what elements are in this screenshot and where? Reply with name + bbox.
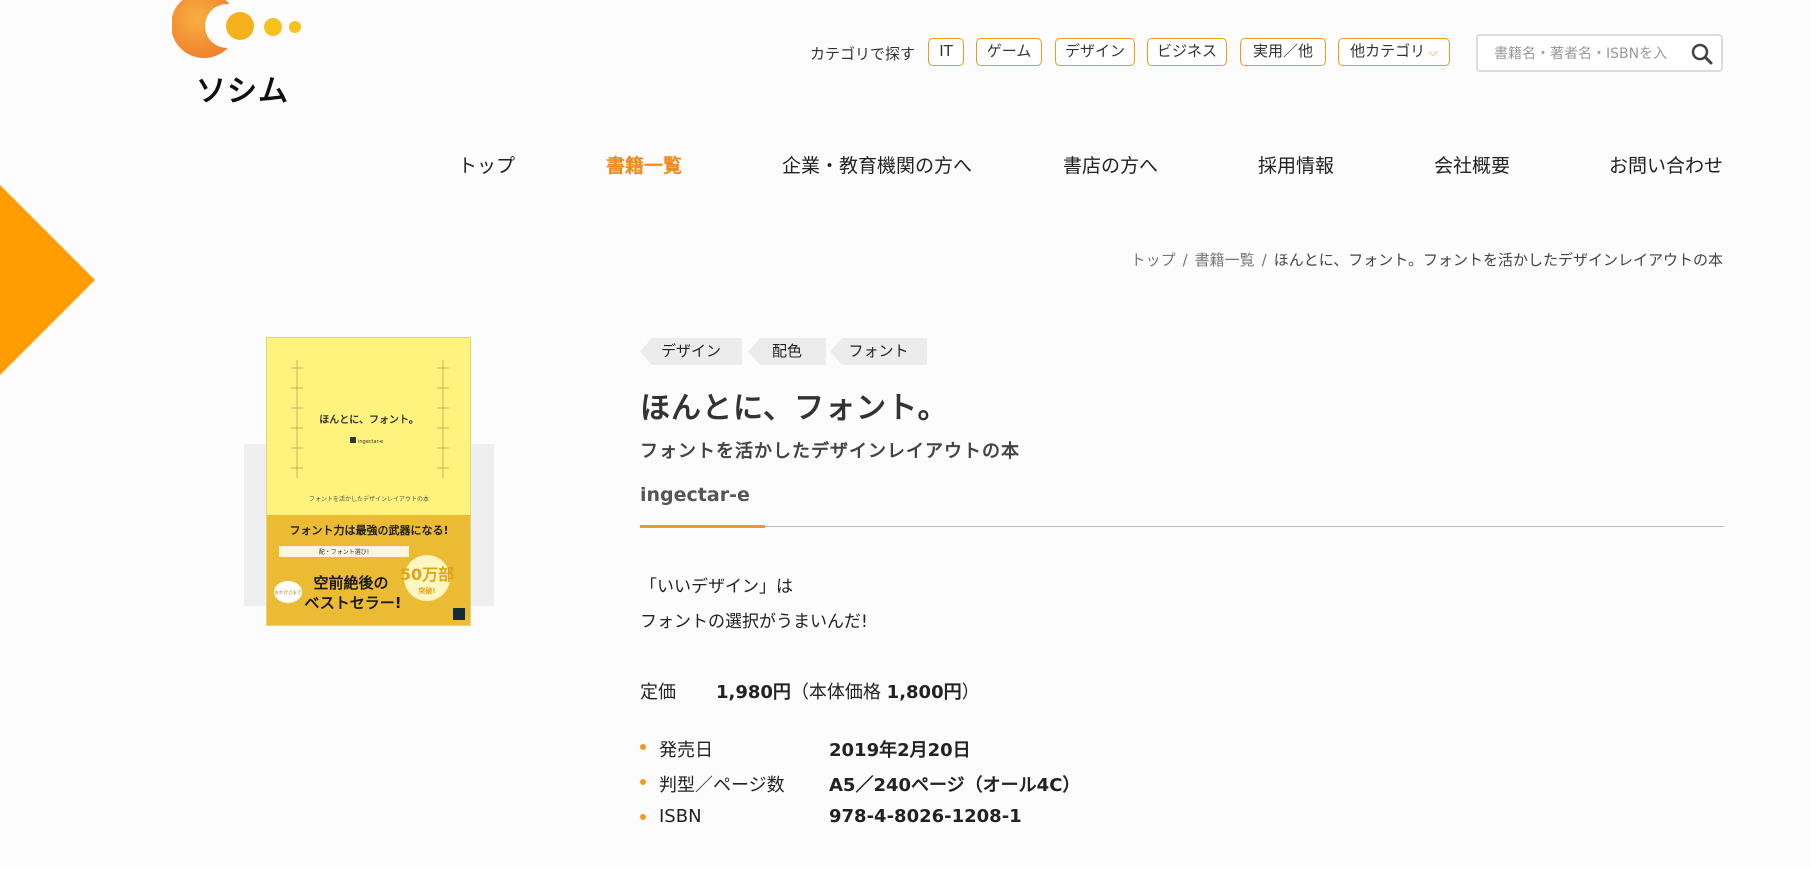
title-divider-accent: [640, 525, 765, 528]
nav-corporate[interactable]: 企業・教育機関の方へ: [782, 151, 972, 178]
nav-company[interactable]: 会社概要: [1434, 151, 1510, 178]
cover-row-text: 配・フォント選び!: [319, 548, 369, 556]
breadcrumb-separator: /: [1261, 251, 1267, 269]
breadcrumb-current: ほんとに、フォント。フォントを活かしたデザインレイアウトの本: [1273, 251, 1723, 269]
spec-value: A5／240ページ（オール4C）: [829, 775, 1081, 796]
bullet-icon: [640, 744, 646, 750]
book-author[interactable]: ingectar-e: [640, 484, 750, 506]
price-detail-suffix: ）: [961, 682, 980, 703]
tag-design[interactable]: デザイン: [640, 338, 742, 365]
nav-books[interactable]: 書籍一覧: [606, 151, 682, 178]
category-practical-button[interactable]: 実用／他: [1240, 38, 1326, 66]
breadcrumb-books[interactable]: 書籍一覧: [1195, 251, 1255, 269]
chevron-down-icon: ⌵: [1428, 45, 1438, 60]
logo-mark-icon: [172, 0, 301, 58]
spec-label: 判型／ページ数: [659, 775, 785, 796]
book-title: ほんとに、フォント。: [640, 391, 949, 426]
description-line: フォントの選択がうまいんだ!: [640, 612, 868, 632]
cover-seal-big: 50万部: [400, 565, 454, 584]
category-it-button[interactable]: IT: [928, 38, 964, 66]
cover-artwork: ほんとに、フォント。 ingectar-e フォントを活かしたデザインレイアウト…: [267, 360, 470, 625]
search-icon[interactable]: [1691, 43, 1713, 65]
search-input[interactable]: [1492, 43, 1681, 65]
category-other-label: 他カテゴリ: [1350, 42, 1426, 60]
category-other-dropdown[interactable]: 他カテゴリ ⌵: [1338, 38, 1450, 66]
category-game-button[interactable]: ゲーム: [976, 38, 1042, 66]
cover-title: ほんとに、フォント。: [319, 414, 419, 426]
spec-label: 発売日: [659, 740, 713, 761]
spec-label: ISBN: [659, 806, 702, 827]
tag-color[interactable]: 配色: [748, 338, 826, 365]
cover-bestseller-line1: 空前絶後の: [313, 574, 388, 592]
price-value: 1,980円: [716, 682, 791, 703]
book-description: 「いいデザイン」は フォントの選択がうまいんだ!: [640, 570, 868, 640]
book-cover-image[interactable]: ほんとに、フォント。 ingectar-e フォントを活かしたデザインレイアウト…: [266, 337, 471, 626]
spec-value: 978-4-8026-1208-1: [829, 806, 1022, 827]
cover-subtitle: フォントを活かしたデザインレイアウトの本: [309, 495, 429, 503]
price-detail-prefix: （本体価格: [790, 682, 887, 703]
category-business-button[interactable]: ビジネス: [1147, 38, 1227, 66]
site-logo[interactable]: ソシム: [172, 0, 312, 109]
spec-value: 2019年2月20日: [829, 740, 971, 761]
breadcrumb-separator: /: [1182, 251, 1188, 269]
category-design-button[interactable]: デザイン: [1055, 38, 1135, 66]
nav-contact[interactable]: お問い合わせ: [1609, 151, 1723, 178]
price-detail-value: 1,800円: [886, 682, 962, 703]
tag-font[interactable]: フォント: [830, 338, 927, 365]
cover-seal-small: 突破!: [418, 586, 435, 595]
bullet-icon: [640, 779, 646, 785]
search-box: [1476, 34, 1723, 72]
cover-bestseller-line2: ベストセラー!: [304, 594, 401, 612]
title-divider: [640, 526, 1724, 527]
nav-bookstores[interactable]: 書店の方へ: [1063, 151, 1158, 178]
cover-small-badge: おかげさまで: [275, 589, 302, 596]
breadcrumb-top[interactable]: トップ: [1131, 251, 1176, 269]
logo-text: ソシム: [196, 74, 289, 109]
book-subtitle: フォントを活かしたデザインレイアウトの本: [640, 441, 1020, 462]
breadcrumb: トップ / 書籍一覧 / ほんとに、フォント。フォントを活かしたデザインレイアウトの本: [1131, 249, 1723, 270]
book-price: 定価 1,980円（本体価格 1,800円）: [640, 678, 980, 704]
description-line: 「いいデザイン」は: [640, 577, 793, 597]
cover-author: ingectar-e: [358, 439, 383, 445]
price-label: 定価: [640, 682, 676, 703]
nav-recruit[interactable]: 採用情報: [1258, 151, 1334, 178]
bullet-icon: [640, 814, 646, 820]
orange-triangle-decoration: [0, 185, 95, 375]
category-label: カテゴリで探す: [810, 45, 916, 63]
cover-banner: フォント力は最強の武器になる!: [289, 523, 448, 537]
nav-top[interactable]: トップ: [458, 151, 515, 178]
